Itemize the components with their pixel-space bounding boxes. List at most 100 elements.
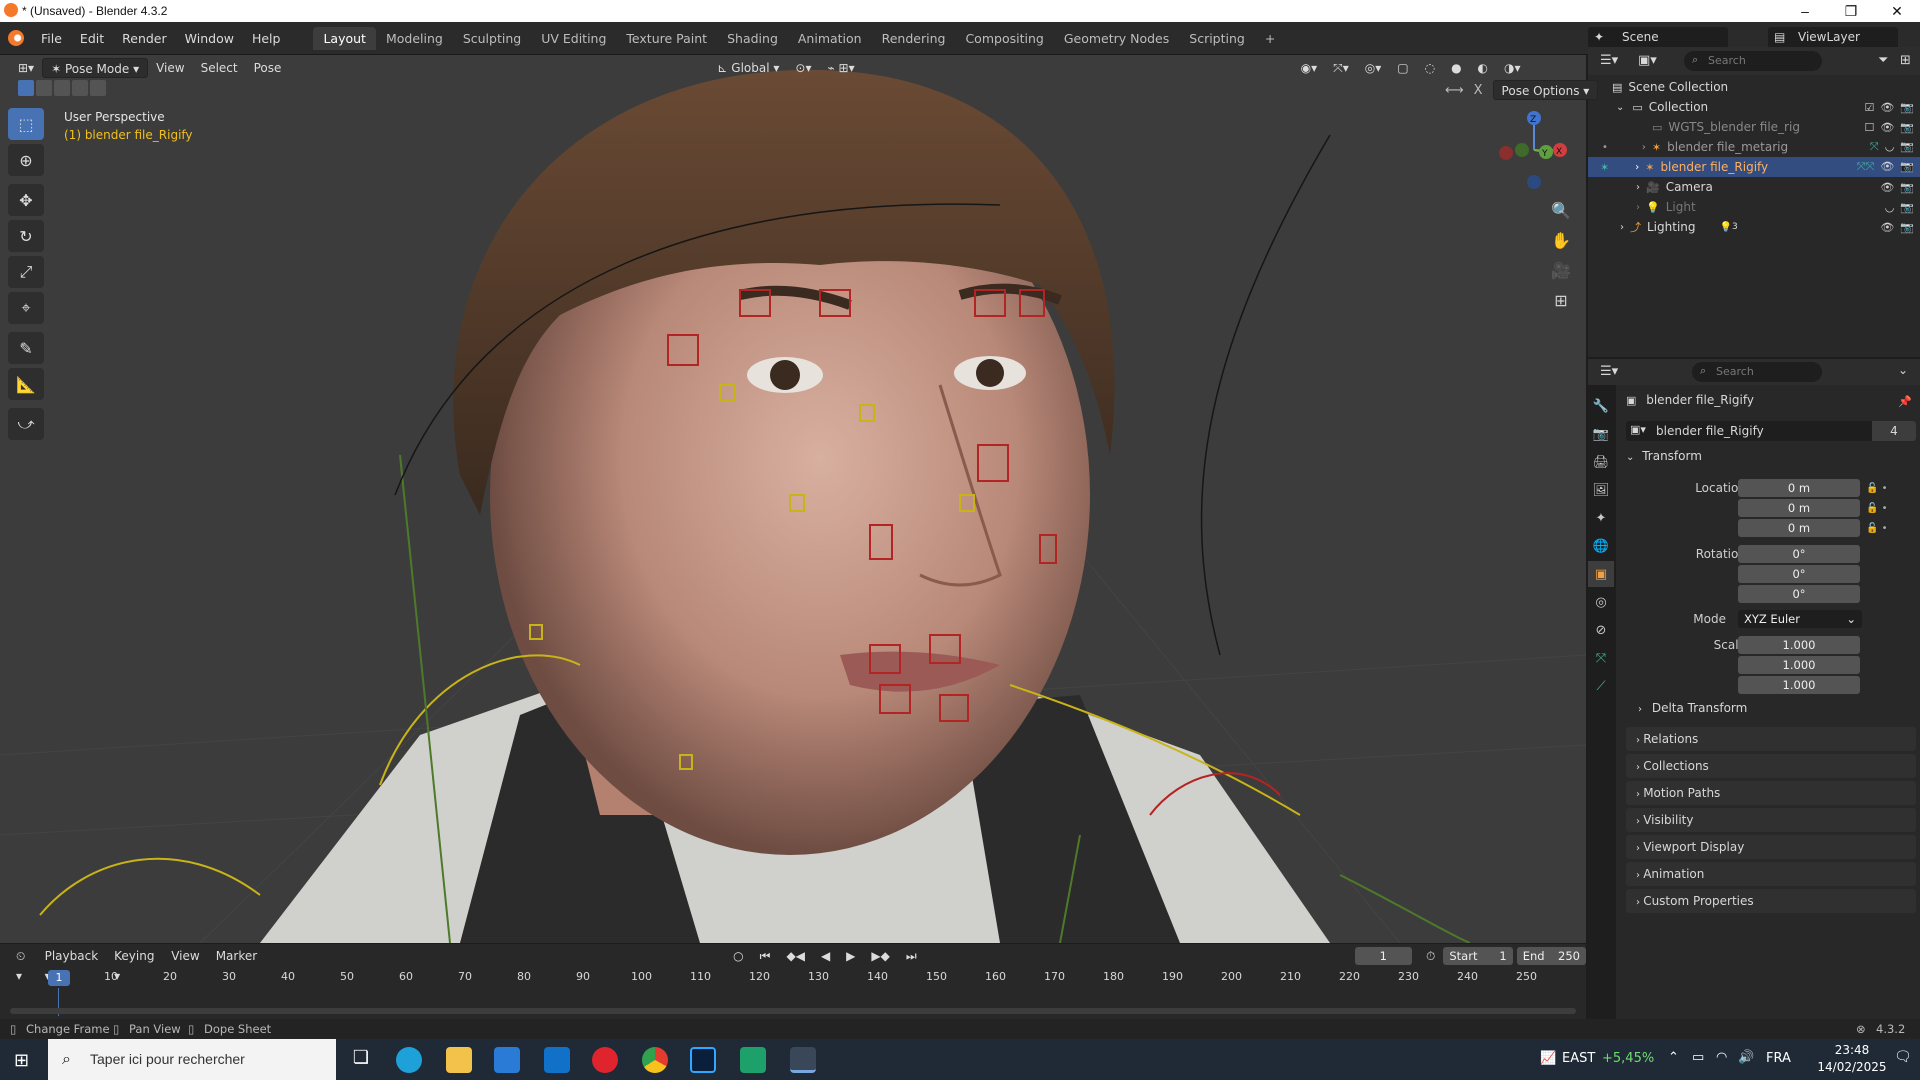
malwarebytes-icon[interactable]	[740, 1047, 766, 1073]
rotation-z-field[interactable]: 0°	[1738, 585, 1860, 603]
outliner-item-collection[interactable]: ⌄ ▭ Collection ☑ 👁 📷	[1588, 97, 1920, 117]
tray-device-icon[interactable]: ▭	[1692, 1050, 1704, 1065]
constraints-tab-icon[interactable]: ⊘	[1588, 617, 1614, 643]
new-collection-icon[interactable]: ⊞	[1900, 53, 1911, 68]
scale-tool-icon[interactable]: ⤢	[8, 256, 44, 288]
world-tab-icon[interactable]: 🌐	[1588, 533, 1614, 559]
panel-collections[interactable]: › Collections	[1626, 754, 1916, 778]
pan-hand-icon[interactable]: ✋	[1546, 226, 1576, 254]
viewport-menu-view[interactable]: View	[148, 58, 192, 78]
scale-y-field[interactable]: 1.000	[1738, 656, 1860, 674]
gizmo-toggle-icon[interactable]: ⤧▾	[1325, 58, 1357, 78]
jump-start-icon[interactable]: ⏮	[752, 946, 779, 966]
panel-viewport-display[interactable]: › Viewport Display	[1626, 835, 1916, 859]
data-block-selector[interactable]: ▣▾ blender file_Rigify 4	[1626, 421, 1916, 441]
taskbar-search-input[interactable]: ⌕ Taper ici pour rechercher	[48, 1039, 336, 1080]
tab-animation[interactable]: Animation	[788, 27, 872, 50]
next-keyframe-icon[interactable]: ▶◆	[863, 946, 897, 966]
checkbox-icon[interactable]: ☐	[1864, 121, 1874, 134]
language-indicator[interactable]: FRA	[1766, 1051, 1791, 1066]
cursor-tool-icon[interactable]: ⊕	[8, 144, 44, 176]
timeline-editor-icon[interactable]: ⏲▾	[8, 946, 37, 983]
add-workspace-button[interactable]: +	[1255, 27, 1285, 50]
camera-render-icon[interactable]: 📷	[1900, 181, 1914, 194]
chevron-down-icon[interactable]: ⌄	[1898, 363, 1908, 377]
outliner-item-wgts[interactable]: ▭ WGTS_blender file_rig ☐ 👁 📷	[1588, 117, 1920, 137]
camera-render-icon[interactable]: 📷	[1900, 140, 1914, 154]
select-new-icon[interactable]	[18, 80, 34, 96]
mirror-icon[interactable]: ⟷	[1445, 83, 1464, 98]
tool-tab-icon[interactable]: 🔧	[1588, 393, 1614, 419]
render-tab-icon[interactable]: 📷	[1588, 421, 1614, 447]
checkbox-icon[interactable]: ☑	[1864, 101, 1874, 114]
camera-render-icon[interactable]: 📷	[1900, 121, 1914, 134]
wifi-icon[interactable]: ◠	[1716, 1050, 1727, 1065]
select-invert-icon[interactable]	[72, 80, 88, 96]
tab-shading[interactable]: Shading	[717, 27, 788, 50]
tab-sculpting[interactable]: Sculpting	[453, 27, 531, 50]
scale-z-field[interactable]: 1.000	[1738, 676, 1860, 694]
3d-viewport[interactable]	[0, 55, 1586, 943]
outliner-item-rigify[interactable]: ✶ › ✶ blender file_Rigify ⤧⤧ 👁 📷	[1588, 157, 1920, 177]
notification-icon[interactable]: 🗨	[1894, 1049, 1912, 1065]
view-layer-selector[interactable]: ▤ ViewLayer	[1768, 27, 1898, 49]
delta-transform-header[interactable]: › Delta Transform	[1638, 701, 1918, 723]
transform-panel-header[interactable]: ⌄ Transform	[1626, 449, 1916, 471]
menu-help[interactable]: Help	[243, 31, 290, 46]
photoshop-icon[interactable]	[690, 1047, 716, 1073]
outlook-icon[interactable]	[544, 1047, 570, 1073]
start-frame-field[interactable]: Start 1	[1443, 947, 1513, 965]
location-y-field[interactable]: 0 m	[1738, 499, 1860, 517]
outliner-editor-icon[interactable]: ☰▾	[1600, 53, 1618, 68]
zoom-icon[interactable]: 🔍	[1546, 196, 1576, 224]
minimize-button[interactable]: –	[1782, 0, 1828, 22]
shading-material-icon[interactable]: ◐	[1470, 58, 1496, 78]
location-x-field[interactable]: 0 m	[1738, 479, 1860, 497]
pose-options-button[interactable]: Pose Options ▾	[1492, 80, 1599, 100]
camera-render-icon[interactable]: 📷	[1900, 101, 1914, 114]
properties-editor-icon[interactable]: ☰▾	[1600, 364, 1618, 379]
outliner-item-metarig[interactable]: • › ✶ blender file_metarig ⤧ ◡ 📷	[1588, 137, 1920, 157]
lock-icon[interactable]: 🔓 •	[1866, 499, 1906, 519]
prev-keyframe-icon[interactable]: ◆◀	[778, 946, 812, 966]
frame-ruler[interactable]: 1 10 20 30 40 50 60 70 80 90 100 110 120…	[0, 970, 1586, 988]
menu-file[interactable]: File	[32, 31, 71, 46]
annotate-tool-icon[interactable]: ✎	[8, 332, 44, 364]
rotation-mode-select[interactable]: XYZ Euler ⌄	[1738, 610, 1862, 628]
visibility-icon[interactable]: ◉▾	[1293, 58, 1326, 78]
edge-icon[interactable]	[396, 1047, 422, 1073]
measure-tool-icon[interactable]: 📐	[8, 368, 44, 400]
tab-layout[interactable]: Layout	[313, 26, 376, 50]
properties-search-input[interactable]: ⌕ Search	[1692, 362, 1822, 382]
view-layer-tab-icon[interactable]: 🖼	[1588, 477, 1614, 503]
perspective-toggle-icon[interactable]: ⊞	[1546, 286, 1576, 314]
user-count[interactable]: 4	[1872, 421, 1916, 441]
tab-compositing[interactable]: Compositing	[955, 27, 1053, 50]
camera-view-icon[interactable]: 🎥	[1546, 256, 1576, 284]
windows-start-icon[interactable]: ⊞	[14, 1050, 29, 1071]
auto-key-icon[interactable]: ○	[725, 946, 751, 966]
scene-selector[interactable]: ✦ Scene	[1588, 27, 1728, 49]
navigation-gizmo[interactable]: Z Y X	[1494, 108, 1574, 192]
close-button[interactable]: ✕	[1874, 0, 1920, 22]
tab-modeling[interactable]: Modeling	[376, 27, 453, 50]
move-tool-icon[interactable]: ✥	[8, 184, 44, 216]
menu-edit[interactable]: Edit	[71, 31, 113, 46]
display-mode-icon[interactable]: ▣▾	[1638, 53, 1657, 68]
physics-tab-icon[interactable]: ◎	[1588, 589, 1614, 615]
pin-icon[interactable]: 📌	[1898, 395, 1912, 408]
hidden-eye-icon[interactable]: ◡	[1885, 201, 1895, 214]
timeline-menu-view[interactable]: View	[163, 946, 207, 966]
menu-window[interactable]: Window	[176, 31, 243, 46]
transform-tool-icon[interactable]: ⌖	[8, 292, 44, 324]
panel-relations[interactable]: › Relations	[1626, 727, 1916, 751]
rotation-y-field[interactable]: 0°	[1738, 565, 1860, 583]
select-extend-icon[interactable]	[36, 80, 52, 96]
camera-render-icon[interactable]: 📷	[1900, 201, 1914, 214]
outliner-item-light[interactable]: › 💡 Light ◡ 📷	[1588, 197, 1920, 217]
task-view-icon[interactable]: ❏	[348, 1047, 374, 1073]
editor-type-icon[interactable]: ⊞▾	[10, 58, 42, 78]
eye-icon[interactable]: 👁	[1880, 160, 1894, 174]
tab-rendering[interactable]: Rendering	[872, 27, 956, 50]
bone-tool-icon[interactable]: ⤻	[8, 408, 44, 440]
